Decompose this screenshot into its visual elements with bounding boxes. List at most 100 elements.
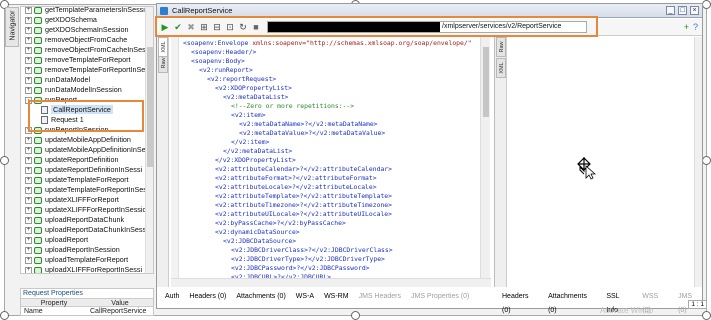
response-raw-tab[interactable]: Raw bbox=[496, 37, 506, 57]
expand-icon[interactable]: + bbox=[25, 176, 32, 184]
close-button[interactable]: × bbox=[690, 6, 699, 15]
resize-handle-mid-right[interactable] bbox=[702, 156, 711, 165]
response-tab: WSS (0) bbox=[642, 293, 659, 314]
request-properties-panel: Request Properties Property Value Name C… bbox=[20, 288, 154, 316]
editor-hscrollbar[interactable] bbox=[171, 278, 491, 287]
tree-item-label: runDataModelInSession bbox=[45, 85, 122, 94]
xml-view-tab[interactable]: XML bbox=[158, 37, 168, 57]
resize-handle-bottom-mid[interactable] bbox=[351, 311, 360, 320]
tree-operation-item[interactable]: + updateReportDefinitionInSessi bbox=[25, 165, 142, 175]
soap-request-icon bbox=[160, 7, 168, 15]
add-endpoint-icon[interactable]: + bbox=[684, 22, 689, 32]
expand-icon[interactable]: + bbox=[25, 26, 32, 34]
tree-operation-item[interactable]: + getXDOSchema bbox=[25, 15, 97, 25]
tree-operation-item[interactable]: + getXDOSchemaInSession bbox=[25, 25, 129, 35]
response-tabs: Headers (0) Attachments (0) SSL Info WSS (0… bbox=[494, 290, 702, 314]
properties-row[interactable]: Name CallReportService bbox=[21, 307, 153, 316]
tree-operation-item[interactable]: + getTemplateParametersInSessi bbox=[25, 6, 145, 15]
expand-icon[interactable]: + bbox=[25, 246, 32, 254]
request-xml-editor[interactable]: <soapenv:Envelope xmlns:soapenv="http://… bbox=[171, 37, 480, 287]
window-title: CallReportService bbox=[172, 6, 233, 15]
request-tab[interactable]: Headers (0) bbox=[189, 290, 226, 304]
expand-icon[interactable]: + bbox=[25, 146, 32, 154]
minimize-button[interactable]: _ bbox=[666, 6, 675, 15]
tree-operation-item[interactable]: + updateXLIFFForReport bbox=[25, 195, 119, 205]
xml-tag: <soapenv:Body> bbox=[191, 57, 245, 65]
request-tab[interactable]: WS-RM bbox=[324, 290, 349, 304]
highlight-endpoint-bar bbox=[155, 16, 598, 37]
tree-operation-item[interactable]: + updateMobileAppDefinition bbox=[25, 135, 131, 145]
expand-icon[interactable]: + bbox=[25, 86, 32, 94]
tree-operation-item[interactable]: + uploadReportDataChunk bbox=[25, 215, 124, 225]
operation-icon bbox=[34, 166, 42, 174]
expand-icon[interactable]: + bbox=[25, 156, 32, 164]
resize-handle-mid-left[interactable] bbox=[0, 156, 9, 165]
response-pane: Raw XML bbox=[494, 37, 702, 287]
xml-tag: </v2:metaDataList> bbox=[223, 147, 293, 155]
tree-operation-item[interactable]: + runDataModel bbox=[25, 75, 90, 85]
navigator-label: Navigator bbox=[9, 10, 17, 41]
tree-operation-item[interactable]: + uploadXLIFFForReportInSessi bbox=[25, 265, 143, 274]
operation-icon bbox=[34, 216, 42, 224]
navigator-tab[interactable]: Navigator bbox=[5, 7, 19, 47]
expand-icon[interactable]: + bbox=[25, 66, 32, 74]
response-tab[interactable]: Headers (0) bbox=[502, 290, 538, 314]
response-tab[interactable]: Attachments (0) bbox=[548, 290, 596, 314]
expand-icon[interactable]: + bbox=[25, 206, 32, 214]
expand-icon[interactable]: + bbox=[25, 256, 32, 264]
tree-operation-item[interactable]: + updateTemplateForReport bbox=[25, 175, 129, 185]
expand-icon[interactable]: + bbox=[25, 216, 32, 224]
request-tab[interactable]: Auth bbox=[165, 290, 179, 304]
tree-operation-item[interactable]: + removeObjectFromCacheInSess bbox=[25, 45, 149, 55]
response-xml-tab[interactable]: XML bbox=[496, 58, 506, 78]
tree-operation-item[interactable]: + removeTemplateForReport bbox=[25, 55, 130, 65]
xml-tag: <v2:metaDataValue>?</v2:metaDataValue> bbox=[239, 129, 386, 137]
maximize-button[interactable]: □ bbox=[678, 6, 687, 15]
tree-operation-item[interactable]: + uploadTemplateForReport bbox=[25, 255, 128, 265]
help-icon[interactable]: ? bbox=[693, 22, 698, 32]
expand-icon[interactable]: + bbox=[25, 226, 32, 234]
expand-icon[interactable]: + bbox=[25, 236, 32, 244]
tree-item-label: uploadXLIFFForReportInSessi bbox=[45, 265, 143, 274]
tree-item-label: getTemplateParametersInSessi bbox=[45, 6, 145, 14]
tree-operation-item[interactable]: + updateTemplateForReportInSes bbox=[25, 185, 147, 195]
request-tab[interactable]: WS-A bbox=[296, 290, 314, 304]
project-tree[interactable]: + getTemplateParametersInSessi + getXDOSche… bbox=[20, 6, 154, 274]
tree-operation-item[interactable]: + updateXLIFFForReportInSession bbox=[25, 205, 150, 215]
expand-icon[interactable]: + bbox=[25, 16, 32, 24]
resize-handle-bottom-right[interactable] bbox=[702, 311, 711, 320]
xml-line: <soapenv:Envelope xmlns:soapenv="http://… bbox=[183, 39, 472, 48]
operation-icon bbox=[34, 56, 42, 64]
editor-scrollbar[interactable] bbox=[480, 37, 490, 287]
tree-operation-item[interactable]: + uploadReport bbox=[25, 235, 88, 245]
tree-operation-item[interactable]: + updateReportDefinition bbox=[25, 155, 119, 165]
response-tab[interactable]: SSL Info bbox=[606, 290, 632, 314]
operation-icon bbox=[34, 76, 42, 84]
tree-scrollbar[interactable] bbox=[145, 7, 153, 273]
expand-icon[interactable]: + bbox=[25, 266, 32, 273]
header-property: Property bbox=[40, 300, 68, 307]
xml-line: <v2:runReport> bbox=[199, 66, 253, 75]
response-scrollbar[interactable] bbox=[694, 37, 702, 287]
tree-operation-item[interactable]: + removeObjectFromCache bbox=[25, 35, 127, 45]
request-tab[interactable]: Attachments (0) bbox=[236, 290, 285, 304]
expand-icon[interactable]: + bbox=[25, 56, 32, 64]
expand-icon[interactable]: + bbox=[25, 7, 32, 14]
expand-icon[interactable]: + bbox=[25, 36, 32, 44]
response-editor[interactable] bbox=[509, 37, 695, 287]
expand-icon[interactable]: + bbox=[25, 46, 32, 54]
resize-handle-top-right[interactable] bbox=[702, 0, 711, 9]
tree-operation-item[interactable]: + runDataModelInSession bbox=[25, 85, 122, 95]
tree-operation-item[interactable]: + uploadReportInSession bbox=[25, 245, 120, 255]
xml-line: <soapenv:Header/> bbox=[191, 48, 256, 57]
expand-icon[interactable]: + bbox=[25, 166, 32, 174]
xml-tag: <v2:byPassCache>?</v2:byPassCache> bbox=[215, 219, 346, 227]
expand-icon[interactable]: + bbox=[25, 186, 32, 194]
expand-icon[interactable]: + bbox=[25, 76, 32, 84]
tree-operation-item[interactable]: + removeTemplateForReportInSes bbox=[25, 65, 149, 75]
tree-operation-item[interactable]: + uploadReportDataChunkInSessi bbox=[25, 225, 148, 235]
tree-operation-item[interactable]: + updateMobileAppDefinitionInSe bbox=[25, 145, 146, 155]
expand-icon[interactable]: + bbox=[25, 136, 32, 144]
expand-icon[interactable]: + bbox=[25, 196, 32, 204]
resize-handle-bottom-left[interactable] bbox=[0, 311, 9, 320]
